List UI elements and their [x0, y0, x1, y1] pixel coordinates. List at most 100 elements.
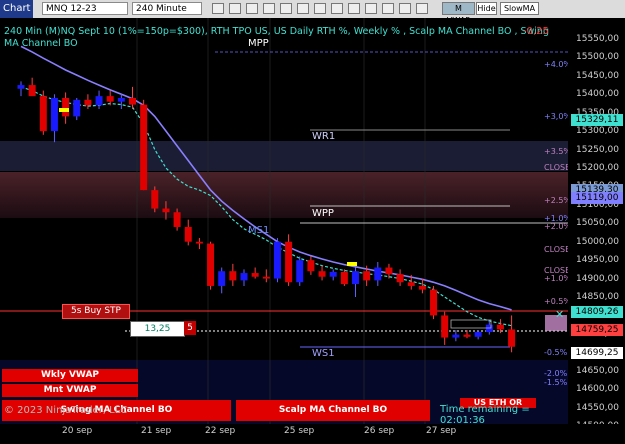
crosshair-icon[interactable]: [314, 3, 326, 14]
candle-body: [340, 271, 348, 285]
indicators-icon[interactable]: [263, 3, 275, 14]
candle-body: [329, 271, 337, 277]
candle-body: [195, 241, 203, 244]
candle-body: [117, 97, 125, 102]
price-tick: 15400,00: [576, 89, 619, 100]
candle-body: [262, 276, 270, 279]
m-vwap-button[interactable]: M VWAP: [442, 2, 475, 25]
drawing-tools-icon[interactable]: [297, 3, 309, 14]
level-mpp: MPP: [248, 38, 269, 49]
zoom-out-icon[interactable]: [246, 3, 258, 14]
candle-body: [374, 267, 382, 281]
time-label: 21 sep: [141, 426, 172, 436]
candle-body: [240, 273, 248, 281]
price-tick: 14950,00: [576, 255, 619, 266]
price-tick: 15300,00: [576, 126, 619, 137]
candle-body: [229, 271, 237, 281]
candle: [296, 256, 304, 286]
signal-marker: [347, 262, 357, 266]
candle-body: [28, 85, 36, 97]
order-quantity-value[interactable]: 13,25: [130, 321, 185, 337]
price-tick: 15550,00: [576, 34, 619, 44]
chart-tab[interactable]: Chart: [0, 0, 33, 18]
candle-body: [251, 273, 259, 277]
chart-toolbar: Chart MNQ 12-23 240 Minute M VWAP Hide S…: [0, 0, 625, 25]
candle-body: [50, 97, 58, 132]
pct-label: +4.0%: [544, 60, 572, 69]
candle-body: [508, 329, 516, 347]
snapshot-icon[interactable]: [382, 3, 394, 14]
signal-marker: [59, 108, 69, 112]
pct-label: -0.5%: [544, 348, 568, 357]
template-icon[interactable]: [416, 3, 428, 14]
pct-label: +3.5%: [544, 147, 572, 156]
price-tick: 15250,00: [576, 144, 619, 155]
candle: [207, 241, 215, 290]
price-tick: 15050,00: [576, 218, 619, 229]
slow-ma-button[interactable]: SlowMA: [500, 2, 539, 15]
hide-button[interactable]: Hide: [476, 2, 497, 15]
candle-body: [62, 97, 70, 117]
level-wpp: WPP: [312, 208, 334, 219]
candle-body: [463, 334, 471, 337]
candle-body: [363, 271, 371, 281]
chart-canvas: [0, 18, 568, 424]
price-chart[interactable]: 240 Min (M)NQ Sept 10 (1%=150p=$300), RT…: [0, 18, 572, 426]
candle-body: [84, 99, 92, 106]
candle-body: [296, 260, 304, 283]
level-wr1: WR1: [312, 131, 336, 142]
properties-icon[interactable]: [365, 3, 377, 14]
data-box-icon[interactable]: [331, 3, 343, 14]
order-quantity-count[interactable]: 5: [184, 321, 196, 335]
candle-body: [184, 226, 192, 242]
candle-body: [285, 241, 293, 283]
candle-body: [407, 282, 415, 286]
pct-label: +2.5%: [544, 196, 572, 205]
price-tick: 15450,00: [576, 70, 619, 81]
candle-body: [151, 190, 159, 209]
price-tick: 14600,00: [576, 384, 619, 395]
close-label-upper: CLOSE: [544, 163, 571, 172]
resistance-zone: [0, 172, 568, 218]
candle-body: [441, 315, 449, 338]
price-tick: 15200,00: [576, 163, 619, 173]
candle-body: [385, 267, 393, 275]
price-marker: 15329,11: [571, 114, 623, 127]
candle-body: [140, 104, 148, 191]
level-ws1: WS1: [312, 348, 335, 359]
price-marker: 14699,25: [571, 346, 623, 359]
time-label: 25 sep: [284, 426, 315, 436]
price-axis[interactable]: 15550,00 15500,00 15450,00 15400,00 15350,00…: [568, 18, 625, 431]
candle: [273, 238, 281, 283]
price-change: -0,25: [523, 26, 549, 37]
price-tick: 15000,00: [576, 236, 619, 247]
link-icon[interactable]: [399, 3, 411, 14]
candle-body: [496, 324, 504, 330]
candle-body: [73, 99, 81, 117]
time-label: 27 sep: [426, 426, 457, 436]
time-axis[interactable]: 20 sep 21 sep 22 sep 25 sep 26 sep 27 se…: [0, 424, 625, 444]
zoom-in-icon[interactable]: [229, 3, 241, 14]
time-label: 20 sep: [62, 426, 93, 436]
candle-body: [95, 96, 103, 106]
bar-type-icon[interactable]: [212, 3, 224, 14]
chart-trader-icon[interactable]: [348, 3, 360, 14]
candle: [140, 99, 148, 191]
upper-zone: [0, 141, 568, 171]
price-tick: 14650,00: [576, 365, 619, 376]
candle-body: [318, 271, 326, 277]
candle-body: [396, 274, 404, 283]
candle-body: [218, 271, 226, 286]
candle-body: [17, 85, 25, 89]
close-order-icon[interactable]: ✕: [555, 308, 564, 321]
scalp-ma-channel-signal: Scalp MA Channel BO: [236, 400, 430, 421]
price-marker: 14809,26: [571, 306, 623, 318]
price-tick: 15500,00: [576, 52, 619, 63]
time-remaining: Time remaining = 02:01:36: [440, 404, 530, 426]
interval-selector[interactable]: 240 Minute: [132, 2, 202, 15]
candle-body: [273, 241, 281, 279]
buy-stop-order[interactable]: 5s Buy STP: [62, 304, 130, 319]
instrument-selector[interactable]: MNQ 12-23: [42, 2, 128, 15]
candle-body: [39, 96, 47, 132]
strategies-icon[interactable]: [280, 3, 292, 14]
